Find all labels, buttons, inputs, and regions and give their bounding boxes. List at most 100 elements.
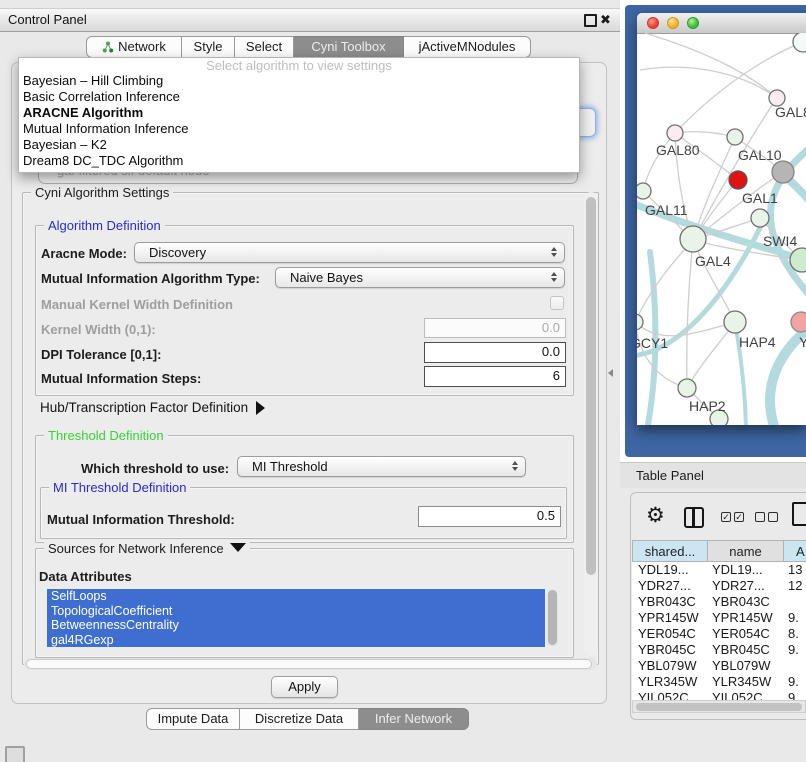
table-row[interactable]: YIL052C YIL052C 9 (632, 690, 806, 700)
dropdown-hint: Select algorithm to view settings (19, 58, 579, 73)
mi-threshold-label: Mutual Information Threshold: (47, 512, 235, 527)
node (793, 33, 806, 52)
node-hap2 (678, 379, 696, 397)
column-header-shared[interactable]: shared... (632, 540, 708, 562)
node-label: GAL1 (742, 190, 778, 206)
dropdown-item[interactable]: Dream8 DC_TDC Algorithm (19, 153, 579, 169)
settings-vscrollbar-thumb[interactable] (586, 197, 596, 575)
dropdown-items: Bayesian – Hill ClimbingBasic Correlatio… (19, 73, 579, 169)
algorithm-dropdown-list: Select algorithm to view settings Bayesi… (18, 57, 580, 173)
hub-definition-expander[interactable]: Hub/Transcription Factor Definition (40, 400, 265, 415)
network-canvas[interactable]: GAL8 GAL80 GAL10 GAL1 GAL11 SWI4 GAL4 GC… (637, 33, 806, 425)
deselect-checkbox-icon[interactable] (768, 512, 778, 522)
network-window-titlebar[interactable] (637, 13, 806, 34)
tab-network[interactable]: Network (86, 36, 182, 58)
node-salmon (791, 312, 806, 332)
dropdown-item[interactable]: Basic Correlation Inference (19, 89, 579, 105)
combo-arrows-icon (512, 461, 518, 471)
which-threshold-select[interactable]: MI Threshold (237, 456, 526, 477)
list-scrollbar-thumb[interactable] (548, 590, 557, 645)
node-gal10 (727, 129, 743, 145)
table-row[interactable]: YBR045C YBR045C 9. (632, 642, 806, 658)
table-row[interactable]: YBL079W YBL079W (632, 658, 806, 674)
node-label: GAL10 (738, 147, 782, 163)
node-gal11 (637, 183, 651, 199)
manual-kernel-label: Manual Kernel Width Definition (41, 297, 233, 312)
control-panel-tabs: Network Style Select Cyni Toolbox jActiv… (86, 36, 531, 58)
node-label: GAL8 (775, 104, 806, 120)
mi-type-label: Mutual Information Algorithm Type: (41, 271, 260, 286)
node-label: SWI4 (763, 233, 797, 249)
tab-infer-network[interactable]: Infer Network (359, 708, 469, 730)
dpi-tolerance-label: DPI Tolerance [0,1]: (41, 347, 161, 362)
node-table: YDL19... YDL19... 13 YDR27... YDR27... 1… (632, 562, 806, 700)
table-row[interactable]: YPR145W YPR145W 9. (632, 610, 806, 626)
collapse-down-icon (230, 543, 246, 552)
kernel-width-label: Kernel Width (0,1): (41, 322, 156, 337)
aracne-mode-select[interactable]: Discovery (134, 242, 565, 263)
table-row[interactable]: YLR345W YLR345W 9. (632, 674, 806, 690)
node-label: GAL11 (645, 202, 688, 218)
float-window-icon[interactable] (584, 14, 597, 27)
column-header-clipped[interactable]: A (784, 540, 806, 562)
sources-expander[interactable]: Sources for Network Inference (44, 541, 250, 556)
attribute-item[interactable]: gal4RGexp (47, 633, 545, 648)
close-icon[interactable]: ✖ (600, 9, 611, 31)
tab-jactivemnodules[interactable]: jActiveMNodules (404, 36, 531, 58)
tab-discretize-data[interactable]: Discretize Data (240, 708, 359, 730)
table-row[interactable]: YER054C YER054C 8. (632, 626, 806, 642)
mi-steps-field[interactable]: 6 (424, 366, 566, 387)
control-panel-titlebar: Control Panel ✖ (0, 8, 620, 32)
zoom-traffic-light[interactable] (687, 17, 699, 29)
panel-title: Control Panel (8, 9, 87, 31)
column-header-name[interactable]: name (708, 540, 784, 562)
settings-hscrollbar-thumb[interactable] (26, 659, 592, 669)
document-icon[interactable] (792, 502, 806, 526)
attribute-item[interactable]: BetweennessCentrality (47, 618, 545, 633)
node-selected-red (729, 171, 747, 189)
panel-dock-icon[interactable] (5, 746, 25, 762)
gear-icon[interactable]: ⚙ (646, 503, 665, 528)
node-label: GCY1 (637, 335, 668, 351)
tab-cyni-toolbox[interactable]: Cyni Toolbox (294, 36, 404, 58)
minimize-traffic-light[interactable] (667, 17, 679, 29)
node-label: HAP2 (689, 398, 726, 414)
table-row[interactable]: YDL19... YDL19... 13 (632, 562, 806, 578)
dropdown-item[interactable]: Bayesian – Hill Climbing (19, 73, 579, 89)
data-attributes-list: SelfLoopsTopologicalCoefficientBetweenne… (47, 589, 545, 647)
tab-select[interactable]: Select (235, 36, 294, 58)
splitter-collapse-icon[interactable] (608, 369, 613, 377)
attribute-item[interactable]: TopologicalCoefficient (47, 604, 545, 619)
node-gal80 (667, 125, 683, 141)
apply-button[interactable]: Apply (271, 676, 338, 698)
select-all-checkbox-icon[interactable]: ✓ (721, 512, 731, 522)
screen: Control Panel ✖ Network Style Select Cyn… (0, 0, 806, 762)
mi-steps-label: Mutual Information Steps: (41, 371, 201, 386)
node-label: GAL80 (656, 142, 700, 158)
node-label: HAP4 (739, 334, 776, 350)
columns-icon[interactable] (684, 507, 704, 528)
dropdown-item[interactable]: ARACNE Algorithm (19, 105, 579, 121)
aracne-mode-label: Aracne Mode: (41, 246, 127, 261)
node-hap4 (724, 311, 746, 333)
deselect-checkbox-icon[interactable] (755, 512, 765, 522)
dpi-tolerance-field[interactable]: 0.0 (424, 342, 566, 363)
table-row[interactable]: YBR043C YBR043C (632, 594, 806, 610)
mi-type-select[interactable]: Naive Bayes (275, 267, 565, 288)
expand-right-icon (256, 401, 265, 415)
table-hscrollbar-thumb[interactable] (636, 703, 802, 711)
mi-threshold-field[interactable]: 0.5 (418, 506, 561, 527)
attribute-item[interactable]: SelfLoops (47, 589, 545, 604)
close-traffic-light[interactable] (647, 17, 659, 29)
combo-arrows-icon (551, 272, 557, 282)
tab-style[interactable]: Style (182, 36, 235, 58)
dropdown-item[interactable]: Bayesian – K2 (19, 137, 579, 153)
select-all-checkbox-icon[interactable]: ✓ (734, 512, 744, 522)
cyni-bottom-tabs: Impute Data Discretize Data Infer Networ… (146, 708, 469, 730)
manual-kernel-checkbox[interactable] (550, 296, 564, 310)
table-hscrollbar[interactable] (632, 700, 806, 713)
dropdown-item[interactable]: Mutual Information Inference (19, 121, 579, 137)
table-row[interactable]: YDR27... YDR27... 12 (632, 578, 806, 594)
tab-impute-data[interactable]: Impute Data (146, 708, 240, 730)
kernel-width-field[interactable]: 0.0 (424, 318, 566, 338)
